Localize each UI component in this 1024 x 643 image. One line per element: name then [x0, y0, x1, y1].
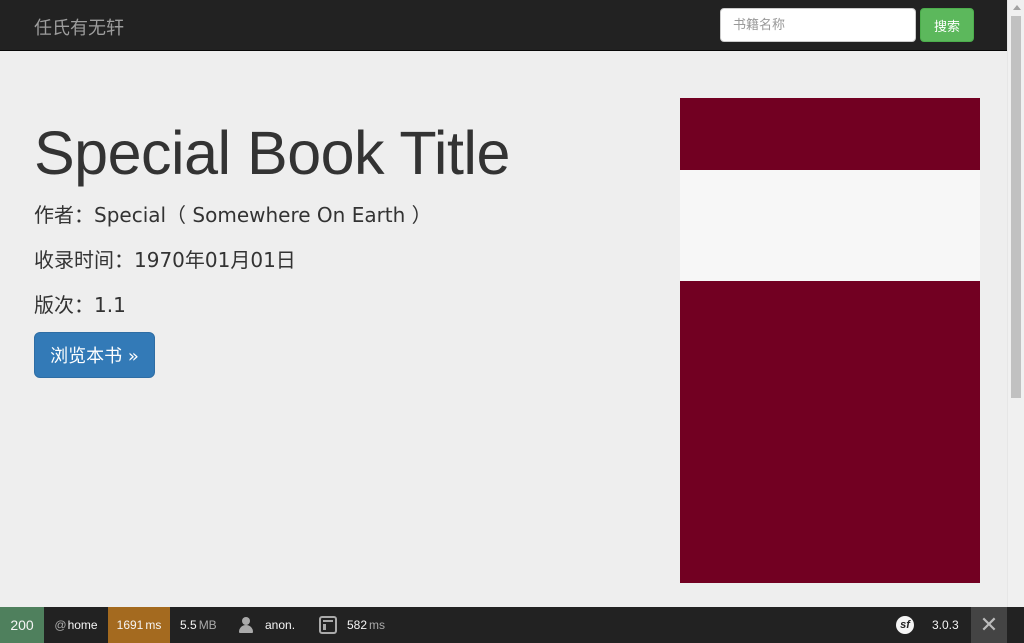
template-icon	[319, 616, 337, 634]
debug-toolbar: 200 @ home 1691 ms 5.5 MB anon. 582 ms s…	[0, 607, 1024, 643]
render-time-value: 582	[347, 618, 368, 632]
render-time-panel[interactable]: 582 ms	[319, 607, 385, 643]
book-version: 版次：1.1	[34, 293, 126, 317]
memory-panel[interactable]: 5.5 MB	[180, 607, 217, 643]
close-icon: ✕	[979, 612, 999, 637]
scroll-up-arrow-icon[interactable]	[1013, 5, 1021, 10]
route-name: home	[67, 618, 98, 632]
top-navbar: 任氏有无轩 搜索	[0, 0, 1007, 51]
symfony-version: 3.0.3	[932, 618, 959, 632]
memory-value: 5.5	[180, 618, 197, 632]
version-panel[interactable]: 3.0.3	[932, 607, 959, 643]
symfony-logo-icon: sf	[896, 616, 914, 634]
book-cover-image	[680, 98, 980, 583]
time-value: 1691	[116, 618, 144, 632]
close-toolbar-button[interactable]: ✕	[971, 607, 1007, 643]
memory-unit: MB	[198, 618, 217, 632]
time-unit: ms	[145, 618, 162, 632]
status-code: 200	[10, 617, 34, 633]
book-author: 作者：Special（ Somewhere On Earth ）	[34, 203, 432, 227]
route-panel[interactable]: @ home	[44, 607, 108, 643]
render-time-unit: ms	[369, 618, 386, 632]
user-panel[interactable]: anon.	[237, 607, 295, 643]
book-date: 收录时间：1970年01月01日	[34, 248, 296, 272]
read-book-button[interactable]: 浏览本书 »	[34, 332, 155, 378]
vertical-scrollbar[interactable]	[1007, 0, 1024, 607]
user-icon	[237, 616, 255, 634]
user-name: anon.	[265, 618, 296, 632]
scrollbar-thumb[interactable]	[1011, 16, 1021, 398]
symfony-panel[interactable]: sf	[896, 607, 914, 643]
brand-link[interactable]: 任氏有无轩	[34, 14, 124, 40]
time-panel[interactable]: 1691 ms	[108, 607, 170, 643]
route-prefix: @	[54, 618, 67, 632]
search-button[interactable]: 搜索	[920, 8, 974, 42]
status-code-badge[interactable]: 200	[0, 607, 44, 643]
book-title: Special Book Title	[34, 119, 510, 187]
search-input[interactable]	[720, 8, 916, 42]
cover-band	[680, 170, 980, 281]
